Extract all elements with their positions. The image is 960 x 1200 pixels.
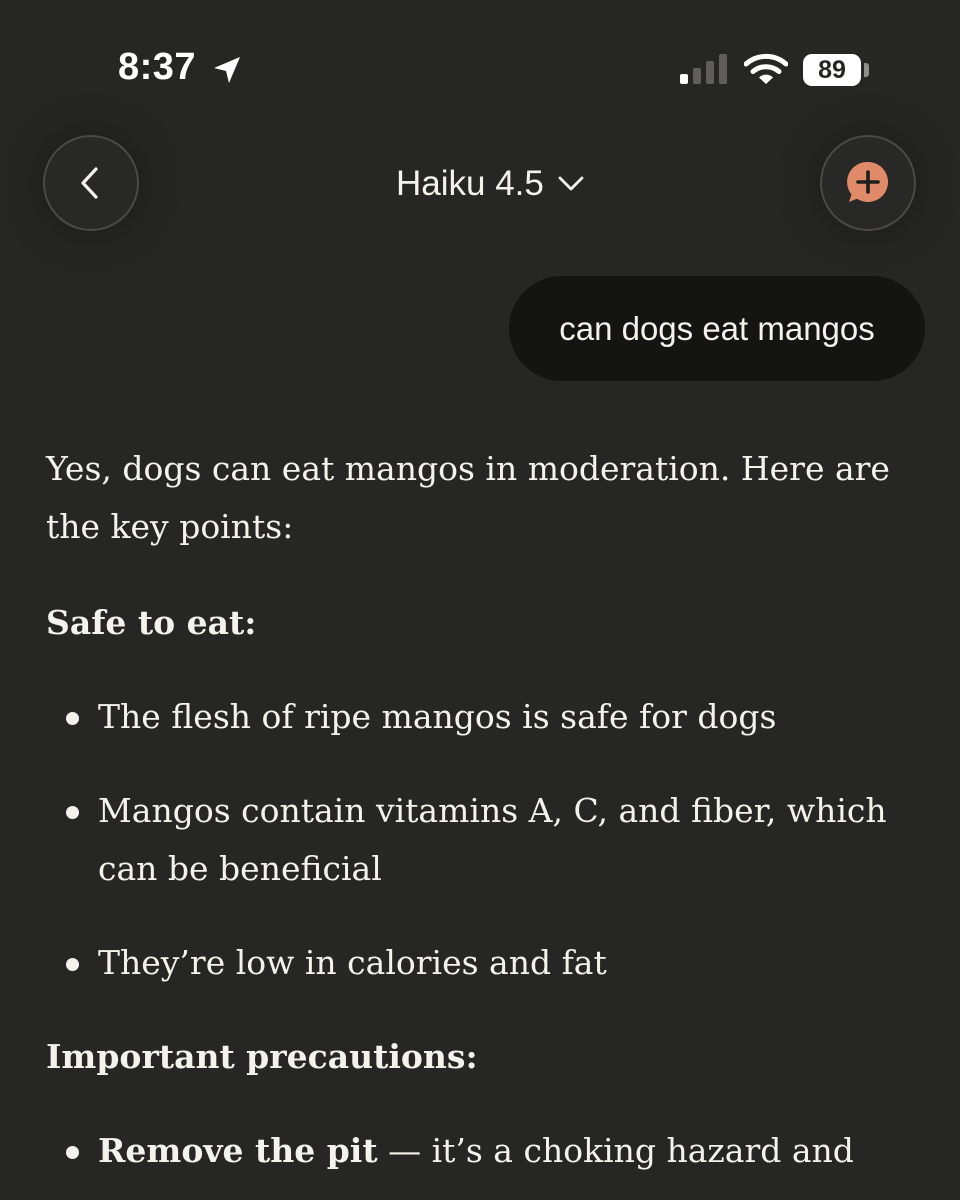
list-item: The flesh of ripe mangos is safe for dog… bbox=[46, 688, 926, 746]
battery-cap bbox=[864, 63, 869, 77]
cellular-signal-icon bbox=[680, 54, 727, 84]
safe-list: The flesh of ripe mangos is safe for dog… bbox=[46, 688, 926, 992]
status-bar: 8:37 89 bbox=[0, 0, 960, 130]
list-item-text: — it’s a choking hazard and bbox=[377, 1131, 854, 1170]
section-heading-precautions: Important precautions: bbox=[46, 1037, 478, 1076]
model-selector[interactable]: Haiku 4.5 bbox=[396, 160, 584, 208]
list-item: They’re low in calories and fat bbox=[46, 934, 926, 992]
battery-level: 89 bbox=[818, 55, 846, 84]
section-heading-safe: Safe to eat: bbox=[46, 603, 257, 642]
location-arrow-icon bbox=[214, 57, 240, 83]
precautions-list: Remove the pit — it’s a choking hazard a… bbox=[46, 1122, 926, 1180]
wifi-icon bbox=[744, 53, 788, 84]
battery-icon: 89 bbox=[803, 54, 861, 86]
user-message-bubble: can dogs eat mangos bbox=[509, 276, 925, 381]
back-button[interactable] bbox=[43, 135, 139, 231]
chevron-left-icon bbox=[81, 167, 98, 199]
new-chat-button[interactable] bbox=[820, 135, 916, 231]
response-intro: Yes, dogs can eat mangos in moderation. … bbox=[46, 449, 890, 546]
assistant-response: Yes, dogs can eat mangos in moderation. … bbox=[46, 440, 926, 1200]
chat-plus-icon bbox=[847, 161, 889, 202]
list-item: Remove the pit — it’s a choking hazard a… bbox=[46, 1122, 926, 1180]
user-message-text: can dogs eat mangos bbox=[559, 309, 875, 347]
status-time: 8:37 bbox=[118, 46, 197, 88]
chevron-down-icon bbox=[558, 176, 584, 191]
list-item: Mangos contain vitamins A, C, and fiber,… bbox=[46, 782, 926, 898]
list-item-strong: Remove the pit bbox=[98, 1131, 378, 1170]
model-name: Haiku 4.5 bbox=[396, 164, 544, 203]
